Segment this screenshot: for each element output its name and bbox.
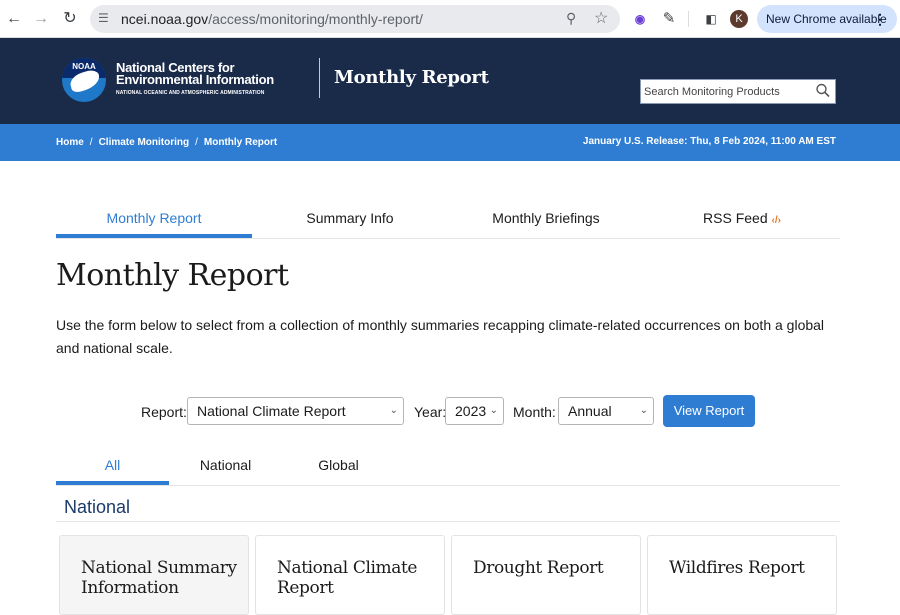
month-select-value: Annual: [568, 403, 612, 419]
report-select[interactable]: National Climate Report ⌄: [187, 397, 404, 425]
org-line-2: Environmental Information: [116, 72, 274, 87]
breadcrumb-home[interactable]: Home: [56, 137, 84, 148]
browser-toolbar: ← → ↻ ☰ ncei.noaa.gov/access/monitoring/…: [0, 0, 900, 38]
new-chrome-label: New Chrome available: [766, 12, 887, 26]
filter-tabs: All National Global: [56, 450, 840, 486]
bookmark-star-icon[interactable]: ☆: [594, 8, 608, 28]
year-label: Year:: [414, 404, 447, 420]
profile-avatar[interactable]: K: [730, 10, 748, 28]
url-text[interactable]: ncei.noaa.gov/access/monitoring/monthly-…: [121, 11, 423, 27]
intro-text: Use the form below to select from a coll…: [56, 317, 825, 356]
forward-arrow-icon[interactable]: →: [30, 8, 52, 30]
month-label: Month:: [513, 404, 556, 420]
zoom-icon[interactable]: ⚲: [566, 10, 576, 27]
url-host: ncei.noaa.gov: [121, 11, 209, 27]
address-bar[interactable]: ☰ ncei.noaa.gov/access/monitoring/monthl…: [90, 5, 620, 33]
org-subtitle: NATIONAL OCEANIC AND ATMOSPHERIC ADMINIS…: [116, 90, 265, 96]
month-select[interactable]: Annual ⌄: [558, 397, 654, 425]
card-national-summary[interactable]: National Summary Information: [59, 535, 249, 615]
breadcrumb-current: Monthly Report: [203, 137, 278, 148]
back-arrow-icon[interactable]: ←: [3, 8, 25, 30]
tab-monthly-report[interactable]: Monthly Report: [56, 200, 252, 238]
filter-tab-national[interactable]: National: [169, 450, 282, 485]
url-path: /access/monitoring/monthly-report/: [208, 11, 423, 27]
org-name[interactable]: National Centers for Environmental Infor…: [116, 61, 274, 87]
tab-rss-feed[interactable]: RSS Feed ‹/›: [644, 200, 840, 238]
report-select-value: National Climate Report: [197, 403, 346, 419]
new-chrome-button[interactable]: New Chrome available ⋮: [757, 5, 897, 33]
search-input[interactable]: [641, 80, 811, 103]
rss-icon: ‹/›: [771, 215, 781, 226]
card-wildfires-report[interactable]: Wildfires Report: [647, 535, 837, 615]
card-drought-report[interactable]: Drought Report: [451, 535, 641, 615]
tab-summary-info[interactable]: Summary Info: [252, 200, 448, 238]
filter-tab-all[interactable]: All: [56, 450, 169, 485]
breadcrumb-separator: /: [89, 137, 93, 148]
chevron-down-icon: ⌄: [389, 405, 398, 416]
reload-icon[interactable]: ↻: [59, 8, 81, 30]
breadcrumb: Home / Climate Monitoring / Monthly Report: [56, 137, 277, 148]
page-title: Monthly Report: [56, 258, 289, 293]
search-icon[interactable]: [815, 82, 831, 100]
year-select[interactable]: 2023 ⌄: [445, 397, 504, 425]
section-heading: National: [56, 492, 840, 522]
puzzle-extensions-icon[interactable]: ✎: [660, 10, 678, 28]
more-menu-icon[interactable]: ⋮: [873, 5, 887, 33]
card-title: National Climate Report: [277, 558, 418, 598]
filter-tab-global[interactable]: Global: [282, 450, 395, 485]
site-header: NOAA National Centers for Environmental …: [0, 38, 900, 124]
release-info: January U.S. Release: Thu, 8 Feb 2024, 1…: [582, 136, 836, 147]
toolbar-divider: [688, 11, 689, 27]
header-divider: [319, 58, 320, 98]
card-title: Wildfires Report: [669, 558, 805, 578]
report-label: Report:: [141, 404, 187, 420]
breadcrumb-climate-monitoring[interactable]: Climate Monitoring: [99, 137, 190, 148]
noaa-logo[interactable]: NOAA: [62, 58, 106, 102]
side-panel-icon[interactable]: ◧: [702, 10, 720, 28]
chevron-down-icon: ⌄: [639, 405, 648, 416]
card-title: National Summary Information: [81, 558, 237, 598]
tab-rss-label: RSS Feed: [703, 210, 768, 226]
card-title: Drought Report: [473, 558, 604, 578]
breadcrumb-separator: /: [195, 137, 198, 148]
main-tabs: Monthly Report Summary Info Monthly Brie…: [56, 200, 840, 239]
chevron-down-icon: ⌄: [489, 405, 498, 416]
search-box: [640, 79, 836, 104]
tab-monthly-briefings[interactable]: Monthly Briefings: [448, 200, 644, 238]
site-title[interactable]: Monthly Report: [334, 67, 489, 88]
extension-icon[interactable]: ◉: [631, 10, 649, 28]
site-settings-icon[interactable]: ☰: [98, 11, 109, 25]
year-select-value: 2023: [455, 403, 487, 419]
logo-text: NOAA: [72, 62, 96, 71]
view-report-button[interactable]: View Report: [663, 395, 755, 427]
card-national-climate-report[interactable]: National Climate Report: [255, 535, 445, 615]
breadcrumb-bar: Home / Climate Monitoring / Monthly Report J…: [0, 124, 900, 161]
